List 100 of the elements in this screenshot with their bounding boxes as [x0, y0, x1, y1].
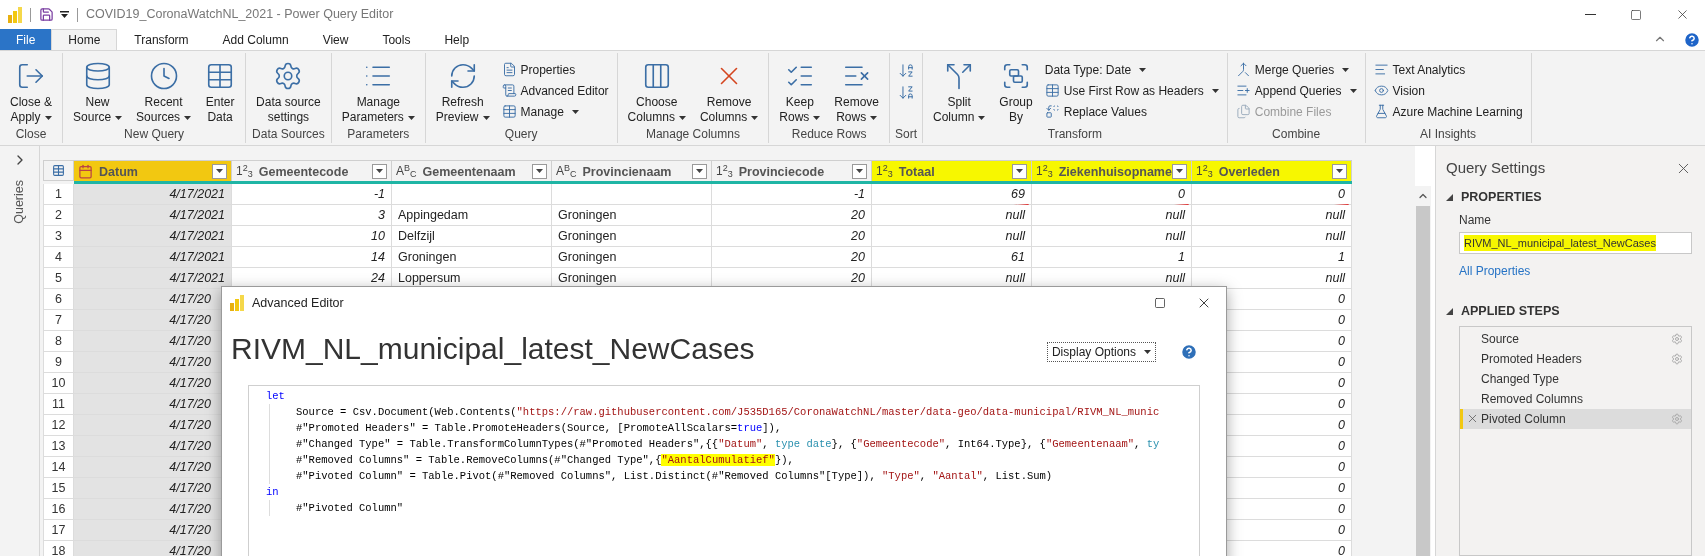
ribbon-button[interactable]: Split Column	[927, 57, 992, 125]
column-header[interactable]: 1$^{2}$$_{3}$ Gemeentecode	[232, 160, 392, 181]
ribbon-button[interactable]: Vision	[1369, 80, 1527, 101]
filter-button[interactable]	[1012, 163, 1027, 179]
table-cell-text: Appingedam	[398, 206, 469, 224]
filter-button[interactable]	[532, 163, 547, 179]
ribbon-button[interactable]: Refresh Preview	[429, 57, 496, 125]
table-cell-text: 0	[1178, 185, 1185, 203]
applied-step[interactable]: Pivoted Column	[1460, 408, 1691, 429]
row-number: 1	[55, 185, 62, 203]
table-cell-text: 20	[851, 248, 865, 266]
ribbon-tab[interactable]: Help	[427, 29, 487, 50]
caret-icon	[216, 169, 223, 173]
collapse-triangle-icon[interactable]	[1446, 307, 1453, 315]
ribbon-button[interactable]: Choose Columns	[621, 57, 692, 125]
ribbon-button[interactable]: Azure Machine Learning	[1369, 101, 1527, 122]
table-cell-text: 0	[1338, 437, 1345, 455]
caret-icon	[870, 115, 878, 120]
ribbon-button[interactable]: Enter Data	[199, 57, 242, 125]
caret-icon[interactable]	[60, 10, 69, 19]
filter-button[interactable]	[852, 163, 867, 179]
help-icon[interactable]	[1683, 31, 1701, 49]
table-cell-text: null	[1005, 206, 1025, 224]
applied-step[interactable]: Promoted Headers	[1460, 348, 1691, 369]
column-header[interactable]: Datum	[74, 160, 232, 181]
ribbon-button[interactable]: New Source	[67, 57, 129, 125]
table-cell-text: Groningen	[558, 269, 617, 287]
table-cell-text: 0	[1338, 521, 1345, 539]
table-cell-text: null	[1005, 269, 1025, 287]
row-number: 9	[55, 353, 62, 371]
name-field[interactable]: RIVM_NL_municipal_latest_NewCases	[1459, 231, 1692, 254]
ribbon-button[interactable]: Group By	[993, 57, 1039, 125]
column-header[interactable]: 1$^{2}$$_{3}$ Ziekenhuisopname	[1032, 160, 1192, 181]
collapse-triangle-icon[interactable]	[1446, 193, 1453, 201]
ribbon-tab[interactable]: Add Column	[205, 29, 306, 50]
filter-button[interactable]	[212, 163, 227, 179]
all-properties-link[interactable]: All Properties	[1459, 261, 1692, 280]
group-label: Manage Columns	[644, 126, 741, 143]
ribbon-button[interactable]: Replace Values	[1040, 101, 1223, 122]
logo-icon	[230, 295, 244, 311]
table-cell-text: 4/17/2021	[169, 248, 225, 266]
ribbon-button[interactable]: Recent Sources	[130, 57, 198, 125]
ribbon-button[interactable]: Manage Parameters	[335, 57, 421, 125]
ribbon-button[interactable]: Close & Apply	[4, 57, 59, 125]
caret-icon	[184, 115, 192, 120]
filter-button[interactable]	[1172, 163, 1187, 179]
ribbon-button[interactable]: Remove Rows	[828, 57, 885, 125]
column-header[interactable]: 1$^{2}$$_{3}$ Totaal	[872, 160, 1032, 181]
table-cell-text: 4/17/20	[169, 311, 211, 329]
filter-button[interactable]	[372, 163, 387, 179]
table-cell-text: 4/17/20	[169, 458, 211, 476]
table-icon	[1044, 83, 1060, 98]
filter-button[interactable]	[1332, 163, 1347, 179]
column-header[interactable]: A$^{B}$$_{C}$ Provincienaam	[552, 160, 712, 181]
filter-button[interactable]	[692, 163, 707, 179]
table-menu-icon[interactable]	[52, 164, 65, 177]
table-cell-text: 0	[1338, 185, 1345, 203]
ribbon-tab[interactable]: Tools	[365, 29, 428, 50]
scrollbar[interactable]	[1415, 186, 1431, 556]
ribbon-tab[interactable]: Transform	[117, 29, 206, 50]
row-number: 10	[51, 374, 66, 392]
table-cell-text: 14	[371, 248, 385, 266]
ribbon-button[interactable]: Data Type: Date	[1040, 59, 1223, 80]
caret-icon	[696, 169, 703, 173]
column-header[interactable]: A$^{B}$$_{C}$ Gemeentenaam	[392, 160, 552, 181]
ribbon-button[interactable]: Manage	[497, 101, 613, 122]
save-icon[interactable]	[39, 7, 54, 22]
table-cell-text: 10	[371, 227, 385, 245]
table-cell-text: null	[1165, 206, 1185, 224]
help-icon[interactable]	[1180, 343, 1198, 361]
group-label: Data Sources	[251, 126, 326, 143]
ribbon-button[interactable]: Append Queries	[1231, 80, 1361, 101]
ribbon-button[interactable]: Use First Row as Headers	[1040, 80, 1223, 101]
code-line: Source = Csv.Document(Web.Contents("https://raw.githubusercontent.com/J535D165/CoronaWatchNL/master/data-geo/data-municipal/RIVM_NL_munic	[269, 404, 1199, 420]
ribbon-button[interactable]: Remove Columns	[693, 57, 765, 125]
table-cell-text: 4/17/20	[169, 290, 211, 308]
ribbon-button[interactable]: Keep Rows	[773, 57, 827, 125]
ribbon-tab[interactable]: Home	[51, 29, 118, 50]
display-options-dropdown[interactable]: Display Options	[1046, 342, 1156, 362]
ribbon-tab[interactable]: View	[305, 29, 366, 50]
header-name: Datum	[99, 165, 138, 179]
column-header[interactable]: 1$^{2}$$_{3}$ Overleden	[1192, 160, 1352, 181]
ribbon-button[interactable]: Merge Queries	[1231, 59, 1361, 80]
ribbon-button[interactable]: Advanced Editor	[497, 80, 613, 101]
queries-pane-label[interactable]: Queries	[10, 180, 29, 224]
ribbon-button[interactable]: Text Analytics	[1369, 59, 1527, 80]
applied-step[interactable]: Changed Type	[1460, 368, 1691, 389]
column-header[interactable]: 1$^{2}$$_{3}$ Provinciecode	[712, 160, 872, 181]
ribbon-button[interactable]: Data source settings	[250, 57, 327, 125]
exit-icon	[16, 61, 46, 91]
table-cell-text: 0	[1338, 458, 1345, 476]
document-icon	[501, 62, 517, 77]
ribbon-button[interactable]: Properties	[497, 59, 613, 80]
applied-step[interactable]: Source	[1460, 328, 1691, 349]
ribbon-tab[interactable]: File	[0, 29, 52, 50]
pane-title: Query Settings	[1446, 157, 1546, 178]
table-cell-text: 0	[1338, 332, 1345, 350]
table-cell-text: 0	[1338, 311, 1345, 329]
table-cell-text: null	[1325, 206, 1345, 224]
applied-step[interactable]: Removed Columns	[1460, 388, 1691, 409]
